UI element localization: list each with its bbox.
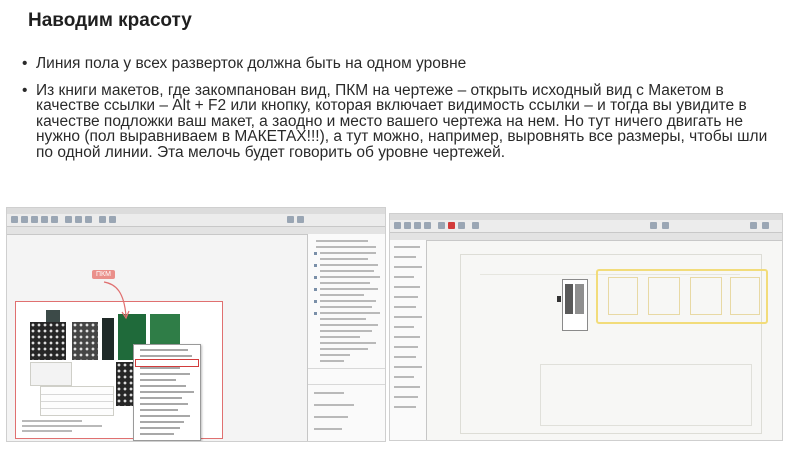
layout-book-screenshot <box>6 207 386 442</box>
slide-title: Наводим красоту <box>28 10 192 31</box>
toolbar <box>390 220 782 233</box>
reference-toggle-icon[interactable] <box>448 222 455 229</box>
reference-highlight <box>596 269 768 324</box>
callout-arrow-icon <box>103 281 130 320</box>
bullet-item-1: Линия пола у всех разверток должна быть … <box>22 56 782 72</box>
elevation-drawing <box>557 279 588 331</box>
toolbox-panel <box>390 240 427 440</box>
context-menu[interactable] <box>133 344 201 441</box>
toolbar <box>7 214 385 227</box>
source-view-screenshot <box>389 213 783 441</box>
pkm-callout: ПКМ <box>92 270 115 279</box>
context-menu-item-open-source-view[interactable] <box>135 359 199 367</box>
bullet-item-2: Из книги макетов, где закомпанован вид, … <box>22 82 782 161</box>
bullet-list: Линия пола у всех разверток должна быть … <box>22 56 782 171</box>
navigator-panel <box>307 234 385 441</box>
tab-strip <box>390 233 782 241</box>
